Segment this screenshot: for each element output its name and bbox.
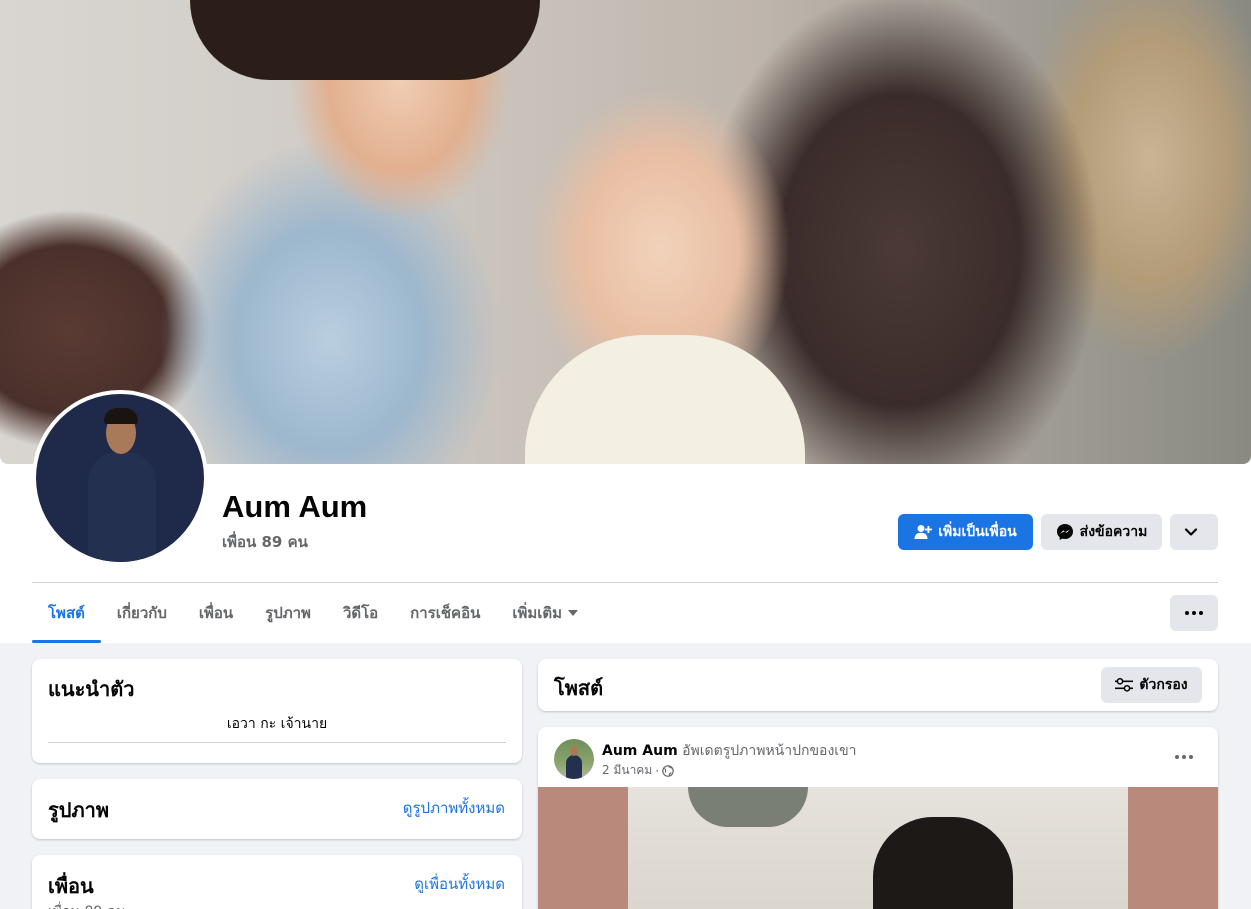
- post-header: Aum Aum อัพเดตรูปภาพหน้าปกของเขา: [602, 740, 857, 762]
- post-action-text: อัพเดตรูปภาพหน้าปกของเขา: [682, 743, 857, 759]
- chevron-down-icon: [1184, 528, 1198, 536]
- filter-sliders-icon: [1115, 678, 1134, 692]
- tabs-more-button[interactable]: [1170, 595, 1218, 631]
- post-options-button[interactable]: [1164, 739, 1204, 775]
- messenger-icon: [1056, 524, 1073, 540]
- post-image-content: [628, 787, 1128, 909]
- friends-count[interactable]: เพื่อน 89 คน: [222, 530, 308, 554]
- avatar-figure: [88, 452, 156, 562]
- post-image-detail: [873, 817, 1013, 909]
- post-date[interactable]: 2 มีนาคม: [602, 761, 652, 780]
- message-label: ส่งข้อความ: [1079, 524, 1148, 540]
- profile-tabs: โพสต์ เกี่ยวกับ เพื่อน รูปภาพ วิดีโอ การ…: [32, 583, 594, 643]
- intro-card: แนะนำตัว เอวา กะ เจ้านาย: [32, 659, 522, 763]
- avatar-figure: [104, 408, 138, 424]
- filter-button[interactable]: ตัวกรอง: [1101, 667, 1202, 703]
- friends-title[interactable]: เพื่อน: [48, 870, 94, 902]
- see-all-photos-link[interactable]: ดูรูปภาพทั้งหมด: [403, 796, 505, 820]
- tab-photos[interactable]: รูปภาพ: [249, 583, 327, 643]
- friends-card: เพื่อน ดูเพื่อนทั้งหมด เพื่อน 89 คน: [32, 855, 522, 909]
- photos-card: รูปภาพ ดูรูปภาพทั้งหมด: [32, 779, 522, 839]
- intro-divider: [48, 742, 506, 743]
- post-author-name[interactable]: Aum Aum: [602, 743, 678, 759]
- cover-photo[interactable]: [0, 0, 1251, 464]
- tab-more[interactable]: เพิ่มเติม: [496, 583, 594, 643]
- more-dots-icon: [1185, 611, 1203, 615]
- filter-label: ตัวกรอง: [1139, 677, 1188, 693]
- post-meta: 2 มีนาคม ·: [602, 761, 674, 780]
- add-friend-button[interactable]: เพิ่มเป็นเพื่อน: [898, 514, 1033, 550]
- avatar-figure: [570, 745, 578, 756]
- posts-title: โพสต์: [554, 676, 604, 700]
- profile-name: Aum Aum: [222, 489, 368, 524]
- post-author-avatar[interactable]: [554, 739, 594, 779]
- profile-dropdown-button[interactable]: [1170, 514, 1218, 550]
- post-card: Aum Aum อัพเดตรูปภาพหน้าปกของเขา 2 มีนาค…: [538, 727, 1218, 909]
- tab-checkins[interactable]: การเช็คอิน: [394, 583, 496, 643]
- cover-photo-detail: [190, 0, 540, 80]
- intro-bio: เอวา กะ เจ้านาย: [226, 716, 328, 732]
- tab-videos[interactable]: วิดีโอ: [327, 583, 394, 643]
- person-plus-icon: [914, 525, 933, 539]
- tab-more-label: เพิ่มเติม: [512, 604, 563, 622]
- intro-title: แนะนำตัว: [48, 677, 135, 701]
- more-dots-icon: [1175, 755, 1193, 759]
- see-all-friends-link[interactable]: ดูเพื่อนทั้งหมด: [414, 872, 505, 896]
- tab-friends[interactable]: เพื่อน: [183, 583, 249, 643]
- profile-header: Aum Aum เพื่อน 89 คน เพิ่มเป็นเพื่อน ส่ง…: [0, 0, 1251, 643]
- post-image-detail: [688, 787, 808, 827]
- caret-down-icon: [568, 610, 579, 616]
- cover-photo-detail: [525, 335, 805, 464]
- profile-page: Aum Aum เพื่อน 89 คน เพิ่มเป็นเพื่อน ส่ง…: [0, 0, 1251, 909]
- tab-posts[interactable]: โพสต์: [32, 583, 101, 643]
- meta-separator: ·: [655, 763, 660, 778]
- globe-icon: [662, 764, 674, 777]
- post-image[interactable]: [538, 787, 1218, 909]
- avatar-figure: [566, 755, 582, 779]
- posts-header-card: โพสต์ ตัวกรอง: [538, 659, 1218, 711]
- message-button[interactable]: ส่งข้อความ: [1041, 514, 1162, 550]
- tab-about[interactable]: เกี่ยวกับ: [101, 583, 183, 643]
- photos-title[interactable]: รูปภาพ: [48, 794, 109, 826]
- friends-card-count: เพื่อน 89 คน: [48, 901, 126, 909]
- add-friend-label: เพิ่มเป็นเพื่อน: [938, 524, 1017, 540]
- profile-avatar[interactable]: [36, 394, 204, 562]
